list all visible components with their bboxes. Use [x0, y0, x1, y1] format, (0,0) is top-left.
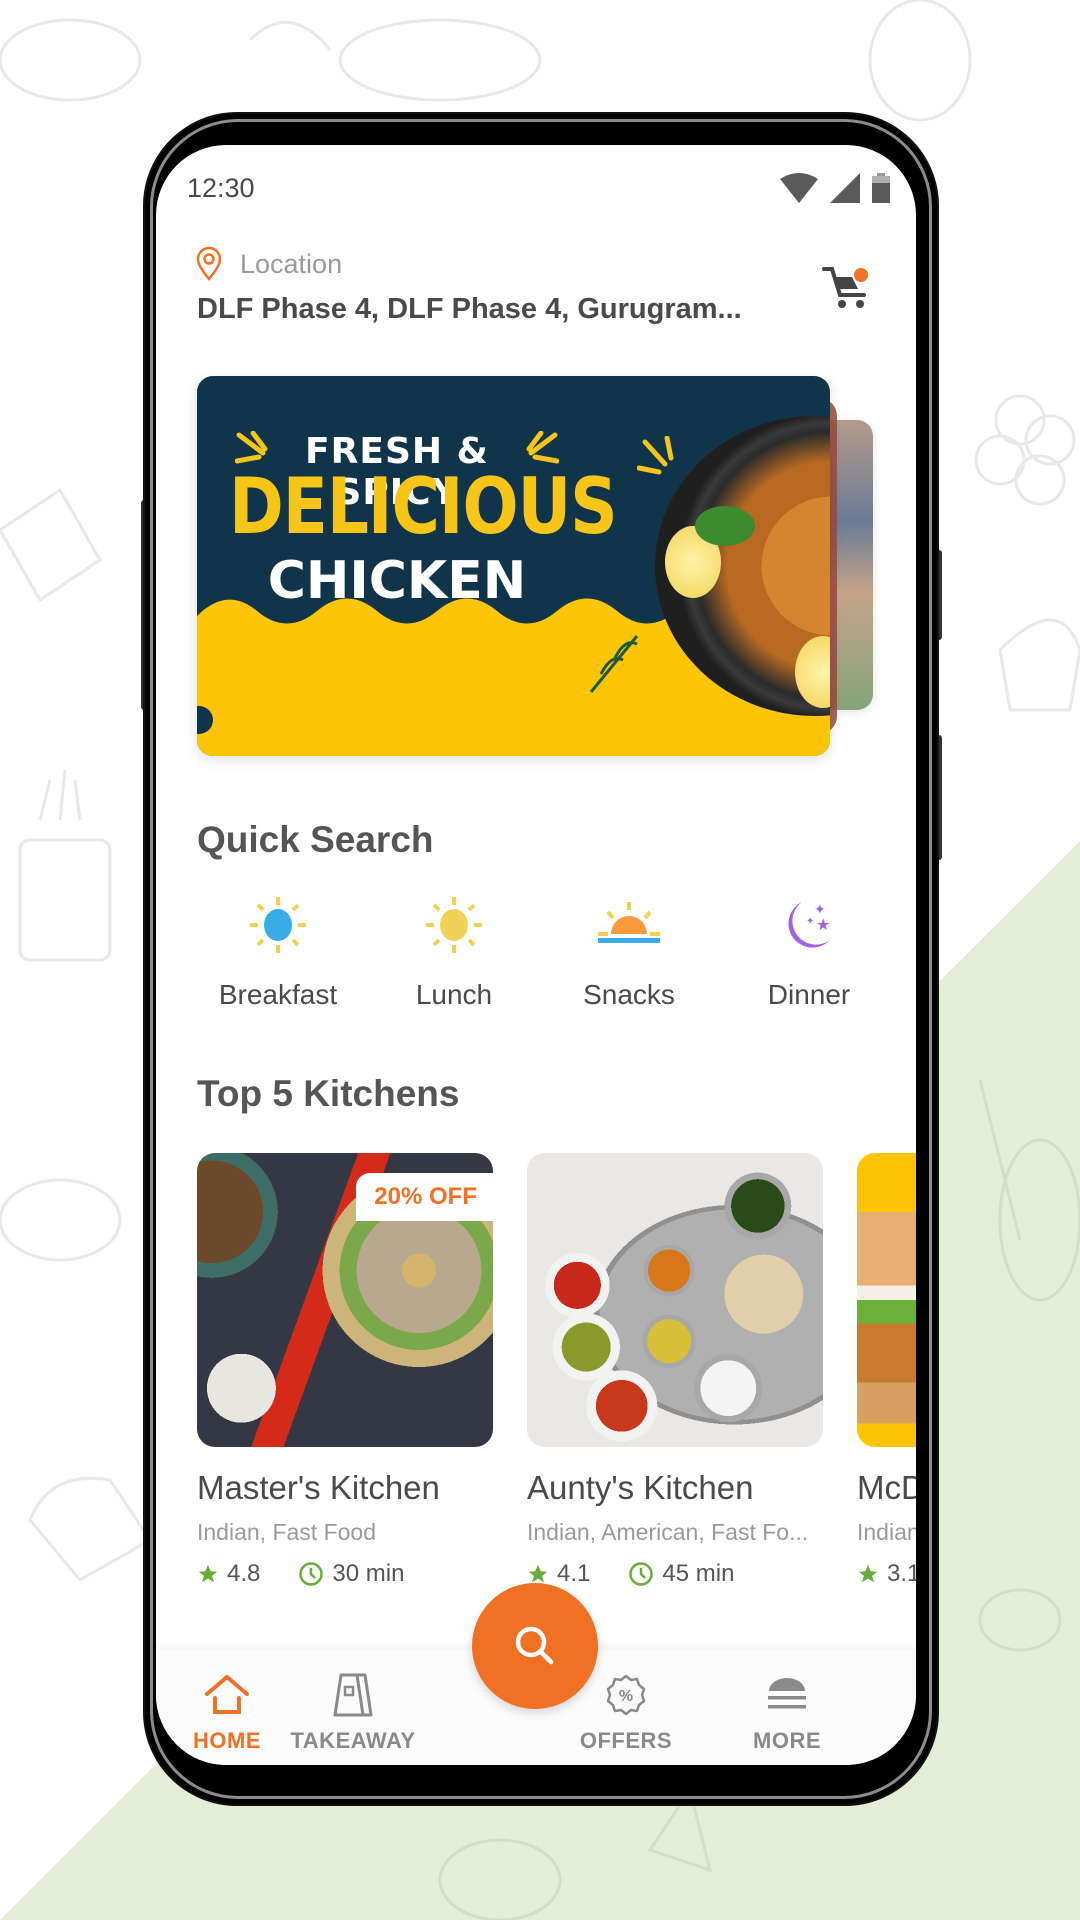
kitchen-carousel[interactable]: 20% OFF Master's Kitchen Indian, Fast Fo…: [197, 1153, 916, 1613]
nav-label: MORE: [753, 1728, 821, 1753]
banner-sparkle-plate: [637, 436, 674, 475]
kitchen-meta: 4.1 45 min: [527, 1560, 823, 1588]
battery-icon: [872, 173, 890, 203]
sunrise-sun-icon: [250, 897, 306, 953]
svg-text:%: %: [619, 1688, 633, 1705]
quick-search-label: Breakfast: [218, 979, 338, 1010]
parsley-garnish: [695, 506, 755, 546]
quick-search-label: Snacks: [583, 979, 675, 1010]
kitchen-cuisine: Indian: [857, 1519, 916, 1545]
kitchen-meta: 4.8 30 min: [197, 1560, 493, 1588]
burger-menu-icon: [768, 1678, 806, 1709]
star-icon: [858, 1564, 878, 1583]
kitchen-cuisine: Indian, Fast Food: [197, 1519, 376, 1545]
moon-stars-icon: ✦ ✦ ★: [788, 901, 830, 948]
kitchen-card[interactable]: Aunty's Kitchen Indian, American, Fast F…: [527, 1153, 823, 1588]
banner-line2: DELICIOUS: [229, 461, 618, 552]
promo-banner[interactable]: FRESH & SPICY DELICIOUS CHICKEN: [197, 376, 830, 756]
kitchen-image-dimsum: 20% OFF: [197, 1153, 493, 1447]
quick-search-snacks[interactable]: Snacks: [544, 895, 714, 1011]
kitchen-rating: 4.8: [227, 1560, 261, 1587]
star-icon: [528, 1564, 548, 1583]
kitchen-delivery-time: 45 min: [662, 1560, 735, 1587]
cart-badge-dot: [854, 268, 868, 282]
sunset-icon: [598, 902, 660, 943]
svg-text:✦: ✦: [814, 901, 826, 917]
kitchen-rating: 3.1: [887, 1560, 916, 1587]
quick-search-title: Quick Search: [197, 819, 434, 860]
kitchen-image-thali: [527, 1153, 823, 1447]
kitchen-name: Aunty's Kitchen: [527, 1469, 754, 1506]
search-fab-button[interactable]: [472, 1583, 598, 1709]
nav-more[interactable]: MORE: [712, 1670, 862, 1754]
svg-text:★: ★: [816, 917, 830, 934]
app-screen: 12:30 Location DLF Phase 4, DLF Phase 4,…: [156, 145, 916, 1765]
kitchen-cuisine: Indian, American, Fast Fo...: [527, 1519, 809, 1545]
cart-button[interactable]: [822, 263, 872, 311]
lemon-slice: [795, 636, 830, 708]
wifi-icon: [780, 173, 818, 203]
sun-icon: [426, 897, 482, 953]
cart-icon: [822, 267, 868, 308]
clock-icon: [629, 1562, 654, 1586]
promo-carousel[interactable]: FRESH & SPICY DELICIOUS CHICKEN: [197, 376, 916, 756]
delivery-address[interactable]: DLF Phase 4, DLF Phase 4, Gurugram...: [197, 293, 742, 326]
banner-line3: CHICKEN: [267, 551, 527, 611]
svg-text:✦: ✦: [806, 916, 814, 927]
top-kitchens-title: Top 5 Kitchens: [197, 1073, 460, 1114]
location-label: Location: [240, 248, 343, 279]
star-icon: [198, 1564, 218, 1583]
kitchen-name: Master's Kitchen: [197, 1469, 440, 1506]
status-icons: [780, 173, 890, 203]
discount-badge: 20% OFF: [356, 1173, 493, 1221]
search-icon: [515, 1626, 554, 1665]
kitchen-rating: 4.1: [557, 1560, 591, 1587]
quick-search-grid: Breakfast Lunch Snacks ✦ ✦ ★ Dinner: [197, 895, 897, 1025]
kitchen-delivery-time: 30 min: [332, 1560, 405, 1587]
offers-percent-badge-icon: %: [606, 1674, 646, 1716]
quick-search-dinner[interactable]: ✦ ✦ ★ Dinner: [724, 895, 894, 1011]
kitchen-image-burger: [857, 1153, 916, 1447]
cellular-signal-icon: [830, 173, 860, 203]
home-icon: [205, 1675, 249, 1714]
status-time: 12:30: [187, 173, 255, 203]
kitchen-card[interactable]: 20% OFF Master's Kitchen Indian, Fast Fo…: [197, 1153, 493, 1588]
kitchen-meta: 3.1: [857, 1560, 916, 1588]
location-pin-icon: [196, 247, 222, 281]
takeaway-bag-icon: [333, 1673, 373, 1717]
quick-search-label: Lunch: [415, 979, 493, 1010]
nav-takeaway[interactable]: TAKEAWAY: [278, 1670, 428, 1754]
kitchen-name: McD: [857, 1469, 916, 1506]
nav-label: OFFERS: [579, 1728, 673, 1753]
nav-label: TAKEAWAY: [290, 1728, 416, 1753]
kitchen-card[interactable]: McD Indian 3.1: [857, 1153, 916, 1588]
location-selector[interactable]: Location: [196, 247, 342, 281]
banner-herb-doodle: [589, 635, 639, 693]
quick-search-breakfast[interactable]: Breakfast: [193, 895, 363, 1011]
clock-icon: [299, 1562, 324, 1586]
quick-search-label: Dinner: [767, 979, 851, 1010]
quick-search-lunch[interactable]: Lunch: [369, 895, 539, 1011]
